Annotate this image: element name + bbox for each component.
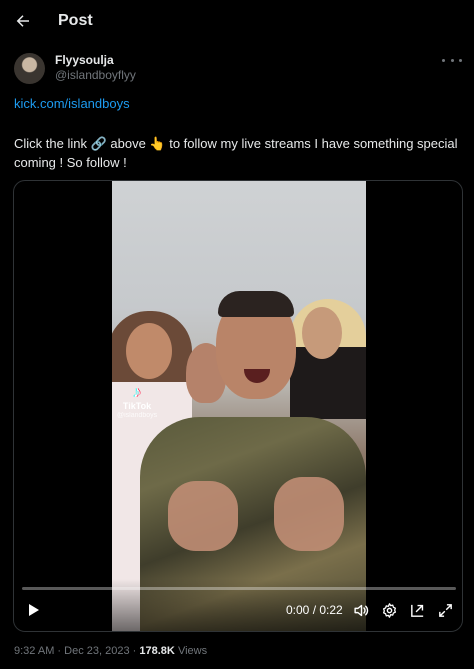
views-count: 178.8K	[139, 645, 175, 657]
fullscreen-icon	[438, 603, 452, 617]
volume-button[interactable]	[350, 599, 372, 621]
page-title: Post	[58, 12, 93, 29]
avatar[interactable]	[14, 52, 45, 84]
pointing-up-emoji-icon: 👆	[149, 136, 166, 151]
video-progress-bar[interactable]	[22, 587, 456, 590]
video-player[interactable]: ♪ TikTok @islandboys 0:00 / 0:22	[13, 180, 463, 632]
volume-icon	[353, 604, 368, 616]
back-button[interactable]	[12, 10, 34, 32]
tiktok-watermark: ♪ TikTok @islandboys	[117, 384, 158, 420]
tiktok-handle: @islandboys	[117, 412, 158, 419]
post-author: Flyysoulja @islandboyflyy	[14, 52, 136, 84]
picture-in-picture-button[interactable]	[406, 599, 428, 621]
post-meta: 9:32 AM · Dec 23, 2023 · 178.8K Views	[14, 645, 207, 657]
more-horizontal-icon	[442, 58, 445, 62]
video-frame[interactable]: ♪ TikTok @islandboys	[112, 181, 366, 631]
video-controls: 0:00 / 0:22	[14, 579, 462, 631]
author-display-name[interactable]: Flyysoulja	[55, 53, 136, 68]
gear-icon	[382, 602, 396, 618]
arrow-left-icon	[16, 15, 29, 27]
video-time: 0:00 / 0:22	[286, 603, 343, 617]
top-bar: Post	[0, 0, 474, 44]
views-label: Views	[177, 645, 208, 657]
post-date[interactable]: Dec 23, 2023	[64, 645, 129, 657]
post-time[interactable]: 9:32 AM	[14, 645, 54, 657]
meta-separator: ·	[57, 645, 62, 657]
picture-in-picture-icon	[410, 604, 423, 617]
fullscreen-button[interactable]	[434, 599, 456, 621]
post-text-part: Click the link	[14, 136, 91, 151]
post-link[interactable]: kick.com/islandboys	[14, 96, 130, 111]
tiktok-logo-icon: ♪	[133, 384, 141, 401]
more-options-button[interactable]	[442, 54, 462, 66]
link-emoji-icon: 🔗	[90, 136, 107, 151]
settings-button[interactable]	[378, 599, 400, 621]
meta-separator: ·	[132, 645, 137, 657]
play-icon	[29, 604, 39, 616]
play-button[interactable]	[22, 599, 44, 621]
tiktok-label: TikTok	[122, 401, 152, 411]
post-text-part: above	[106, 136, 150, 151]
author-handle[interactable]: @islandboyflyy	[55, 68, 136, 83]
post-text: Click the link 🔗 above 👆 to follow my li…	[14, 134, 460, 172]
